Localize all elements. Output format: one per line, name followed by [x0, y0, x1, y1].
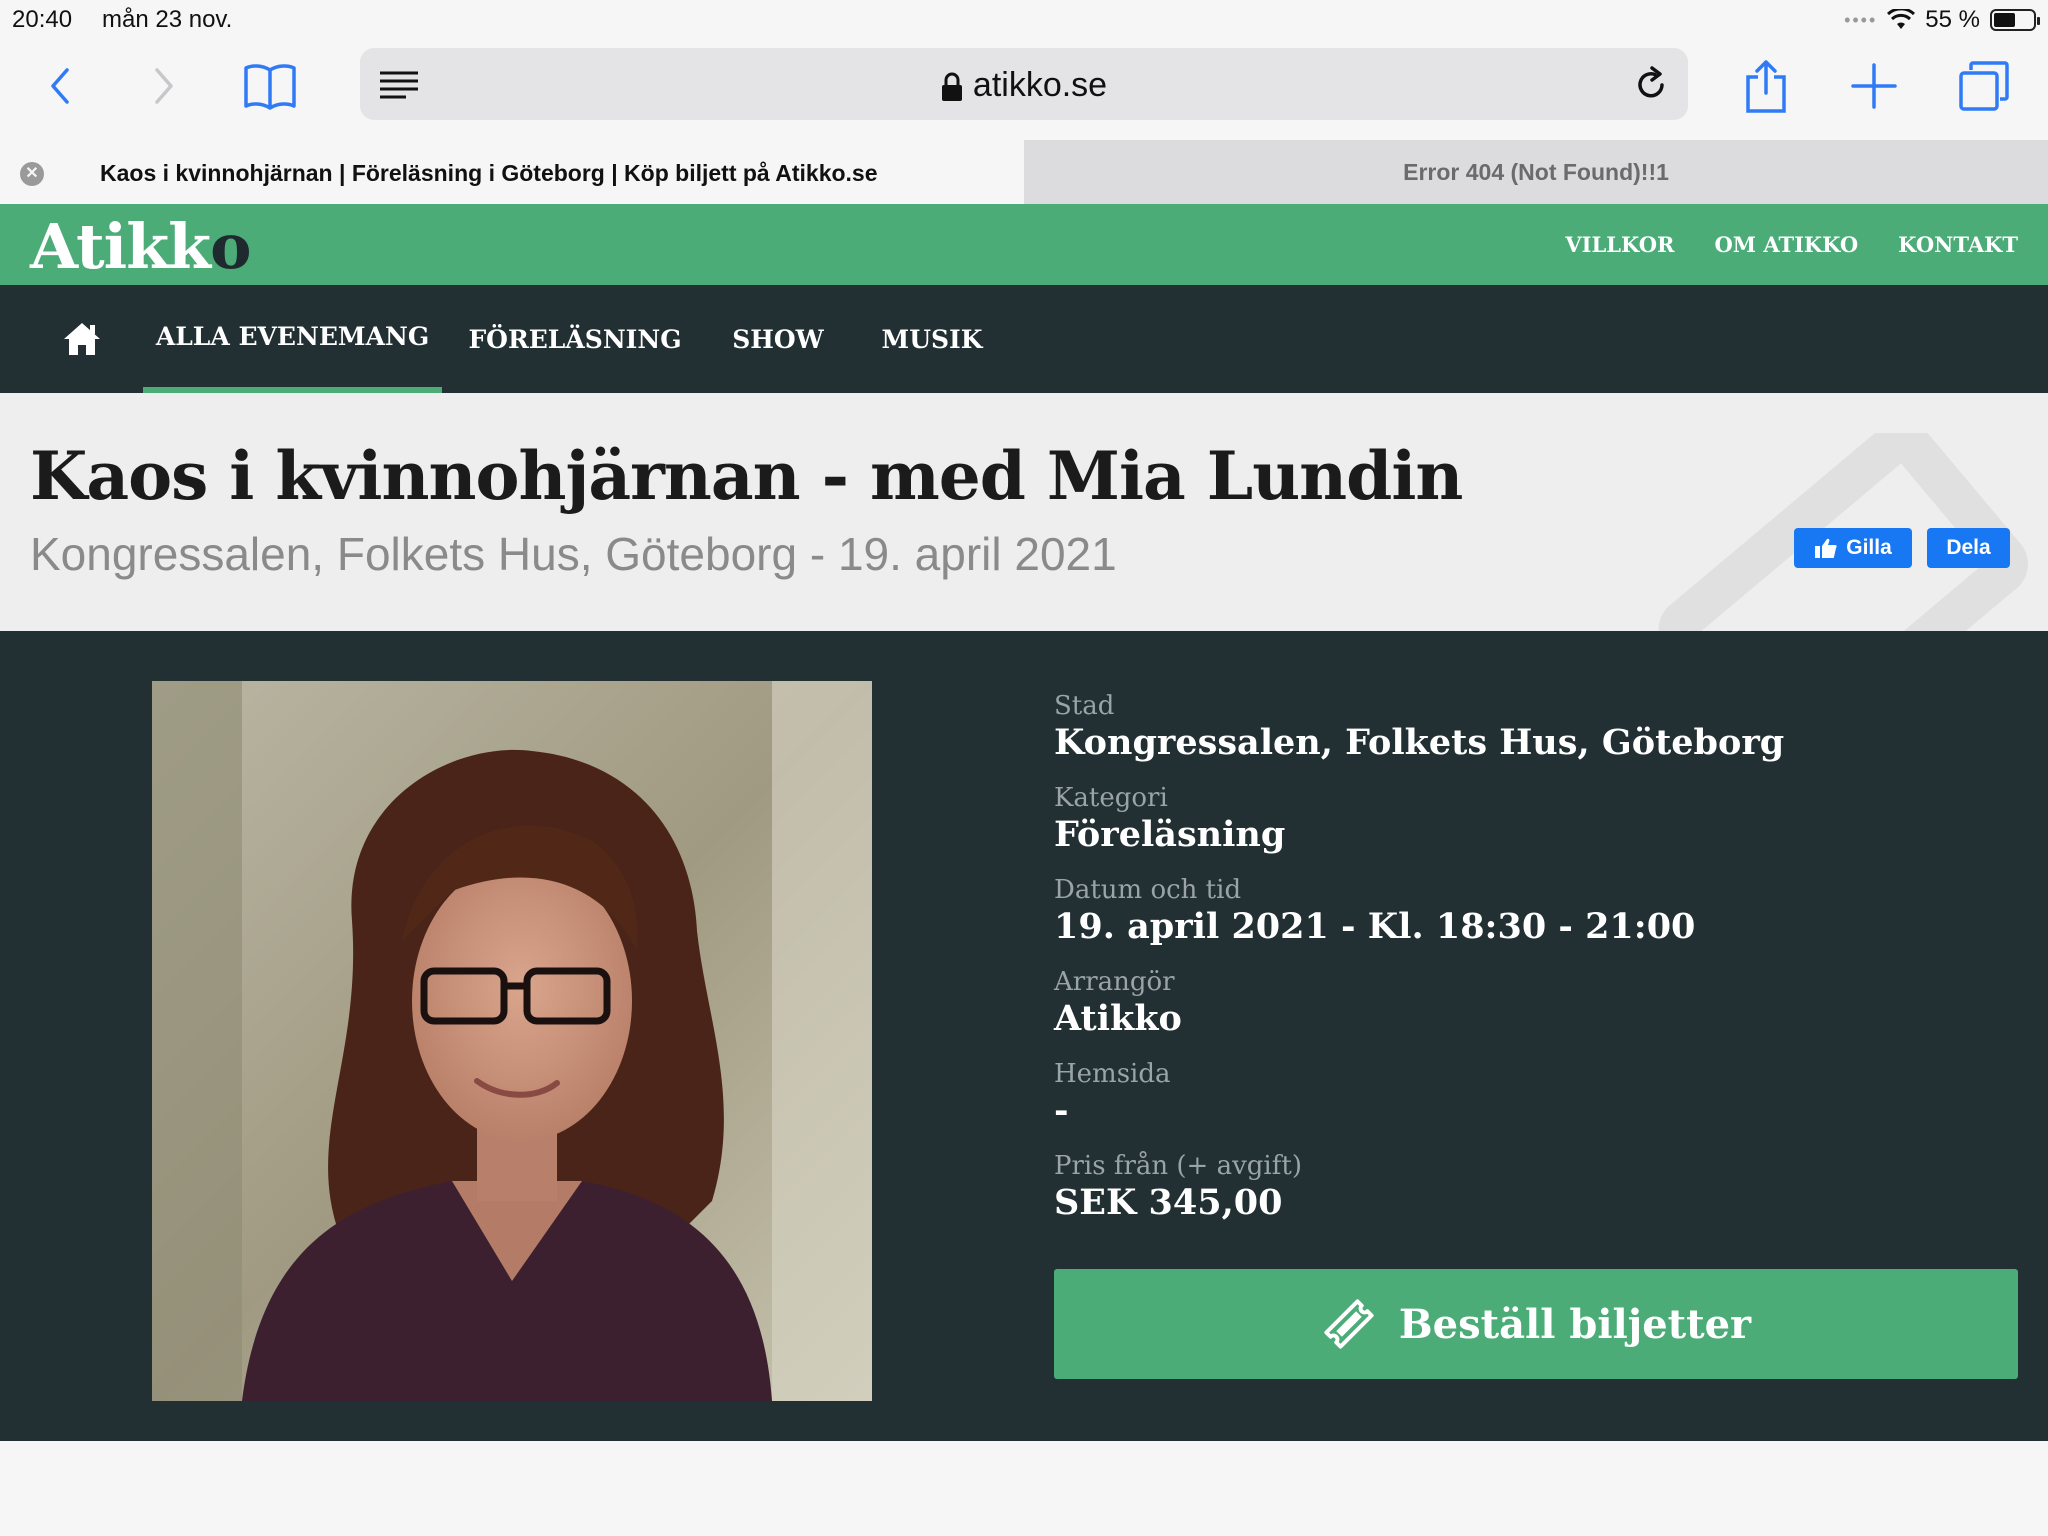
- bookmarks-icon: [244, 64, 296, 110]
- cellular-icon: ••••: [1844, 9, 1878, 30]
- status-bar: 20:40 mån 23 nov. •••• 55 %: [0, 0, 2048, 44]
- status-right: •••• 55 %: [1844, 6, 2040, 34]
- facebook-like-button[interactable]: Gilla: [1794, 528, 1912, 568]
- page-below-fold: [0, 1441, 2048, 1536]
- event-info-list: Stad Kongressalen, Folkets Hus, Göteborg…: [1054, 691, 2014, 1243]
- back-button[interactable]: [28, 54, 92, 118]
- forward-icon: [155, 68, 173, 104]
- info-label: Stad: [1054, 691, 1115, 721]
- info-arrangor: Arrangör Atikko: [1054, 967, 2014, 1059]
- battery-icon: [1990, 9, 2040, 31]
- url-text: atikko.se: [972, 66, 1108, 104]
- bookmarks-button[interactable]: [238, 54, 302, 118]
- forward-button[interactable]: [132, 54, 196, 118]
- reload-icon[interactable]: [1632, 66, 1670, 104]
- info-label: Datum och tid: [1054, 875, 1242, 905]
- info-label: Hemsida: [1054, 1059, 1171, 1089]
- nav-alla-evenemang[interactable]: ALLA EVENEMANG: [143, 285, 442, 393]
- like-label: Gilla: [1846, 536, 1892, 559]
- nav-show[interactable]: SHOW: [722, 285, 834, 393]
- info-kategori: Kategori Föreläsning: [1054, 783, 2014, 875]
- event-title-band: Kaos i kvinnohjärnan - med Mia Lundin Ko…: [0, 393, 2048, 631]
- thumbs-up-icon: [1815, 538, 1837, 558]
- info-value: SEK 345,00: [1054, 1182, 1283, 1223]
- event-subtitle: Kongressalen, Folkets Hus, Göteborg - 19…: [30, 528, 1117, 580]
- category-nav: ALLA EVENEMANG FÖRELÄSNING SHOW MUSIK: [0, 285, 2048, 393]
- event-title: Kaos i kvinnohjärnan - med Mia Lundin: [30, 437, 1463, 515]
- tabs-button[interactable]: [1952, 54, 2016, 118]
- info-value: Kongressalen, Folkets Hus, Göteborg: [1054, 722, 1785, 763]
- battery-percent: 55 %: [1925, 6, 1980, 33]
- order-tickets-label: Beställ biljetter: [1398, 1300, 1752, 1348]
- order-tickets-button[interactable]: Beställ biljetter: [1054, 1269, 2018, 1379]
- link-kontakt[interactable]: KONTAKT: [1898, 232, 2018, 257]
- info-pris: Pris från (+ avgift) SEK 345,00: [1054, 1151, 2014, 1243]
- share-button[interactable]: [1734, 54, 1798, 118]
- url-display[interactable]: atikko.se: [360, 66, 1688, 105]
- event-details-panel: Stad Kongressalen, Folkets Hus, Göteborg…: [0, 631, 2048, 1441]
- new-tab-button[interactable]: [1842, 54, 1906, 118]
- link-om-atikko[interactable]: OM ATIKKO: [1714, 232, 1858, 257]
- ticket-icon: [1324, 1299, 1374, 1349]
- status-date: mån 23 nov.: [102, 6, 233, 33]
- tabs-icon: [1959, 61, 2009, 111]
- nav-musik[interactable]: MUSIK: [876, 285, 988, 393]
- info-value: -: [1054, 1090, 1069, 1131]
- status-time: 20:40: [12, 6, 73, 33]
- tab-current[interactable]: ✕ Kaos i kvinnohjärnan | Föreläsning i G…: [0, 140, 1024, 204]
- event-photo-image: [152, 681, 872, 1401]
- event-photo: [152, 681, 872, 1401]
- info-label: Kategori: [1054, 783, 1168, 813]
- tab-title: Error 404 (Not Found)!!1: [1403, 158, 1669, 185]
- close-tab-icon[interactable]: ✕: [20, 162, 44, 186]
- info-value: Atikko: [1054, 998, 1182, 1039]
- info-hemsida: Hemsida -: [1054, 1059, 2014, 1151]
- info-value: 19. april 2021 - Kl. 18:30 - 21:00: [1054, 906, 1696, 947]
- info-stad: Stad Kongressalen, Folkets Hus, Göteborg: [1054, 691, 2014, 783]
- address-bar[interactable]: atikko.se: [360, 48, 1688, 120]
- tab-title: Kaos i kvinnohjärnan | Föreläsning i Göt…: [100, 160, 878, 186]
- tab-bar: ✕ Kaos i kvinnohjärnan | Föreläsning i G…: [0, 140, 2048, 204]
- lock-icon: [941, 72, 962, 102]
- home-icon[interactable]: [62, 319, 102, 359]
- top-links: VILLKOR OM ATIKKO KONTAKT: [1565, 232, 2018, 257]
- new-tab-icon: [1851, 63, 1897, 109]
- wifi-icon: [1887, 9, 1916, 29]
- nav-forelasning[interactable]: FÖRELÄSNING: [468, 285, 681, 393]
- info-value: Föreläsning: [1054, 814, 1286, 855]
- site-logo[interactable]: Atikko: [30, 210, 251, 283]
- info-datum: Datum och tid 19. april 2021 - Kl. 18:30…: [1054, 875, 2014, 967]
- share-icon: [1746, 60, 1786, 113]
- facebook-share-button[interactable]: Dela: [1927, 528, 2010, 568]
- info-label: Arrangör: [1054, 967, 1175, 997]
- site-header: Atikko VILLKOR OM ATIKKO KONTAKT: [0, 204, 2048, 285]
- browser-toolbar: atikko.se: [0, 44, 2048, 140]
- tab-error-404[interactable]: Error 404 (Not Found)!!1: [1024, 140, 2048, 204]
- info-label: Pris från (+ avgift): [1054, 1151, 1302, 1181]
- back-icon: [51, 68, 69, 104]
- link-villkor[interactable]: VILLKOR: [1565, 232, 1674, 257]
